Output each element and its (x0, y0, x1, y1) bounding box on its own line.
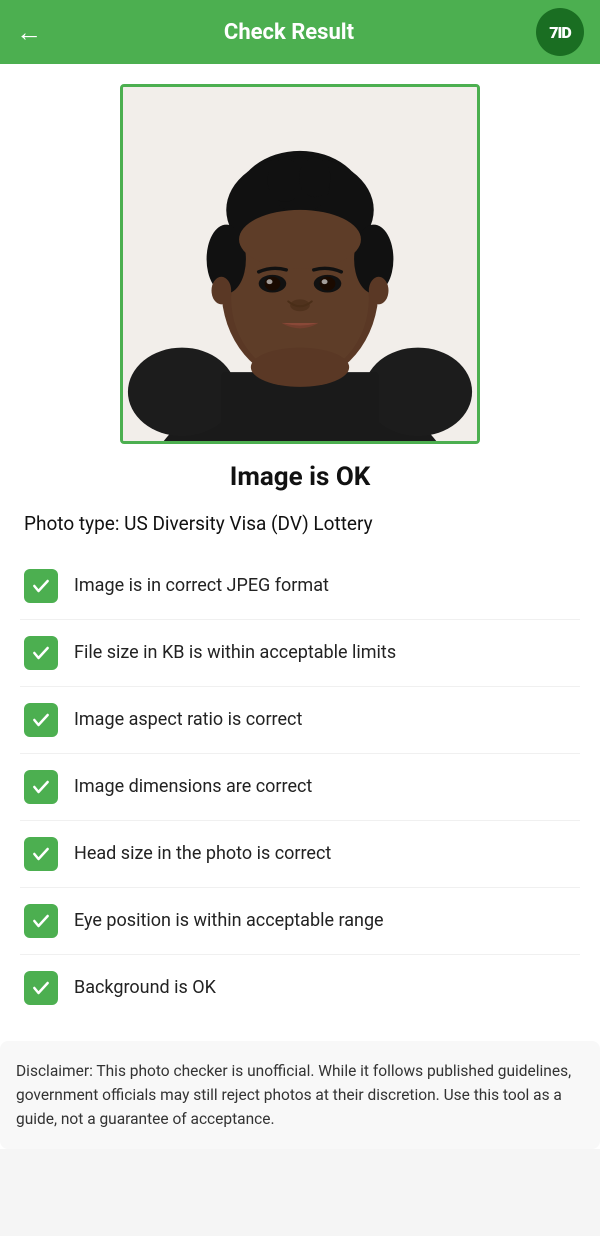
back-button[interactable]: ← (16, 17, 42, 48)
checklist-item-background: Background is OK (20, 955, 580, 1021)
checklist-label-eyepos: Eye position is within acceptable range (74, 909, 384, 932)
disclaimer-text: Disclaimer: This photo checker is unoffi… (16, 1059, 584, 1131)
check-icon-filesize (24, 636, 58, 670)
app-logo: 7ID (536, 8, 584, 56)
status-title: Image is OK (20, 462, 580, 492)
checklist-item-jpeg: Image is in correct JPEG format (20, 553, 580, 620)
checklist-item-aspect: Image aspect ratio is correct (20, 687, 580, 754)
disclaimer-box: Disclaimer: This photo checker is unoffi… (0, 1041, 600, 1149)
checklist-label-filesize: File size in KB is within acceptable lim… (74, 641, 396, 664)
checklist-label-headsize: Head size in the photo is correct (74, 842, 331, 865)
page-title: Check Result (42, 20, 536, 45)
checklist-label-jpeg: Image is in correct JPEG format (74, 574, 329, 597)
checklist-label-background: Background is OK (74, 976, 216, 999)
check-icon-aspect (24, 703, 58, 737)
checklist-item-headsize: Head size in the photo is correct (20, 821, 580, 888)
checklist-item-filesize: File size in KB is within acceptable lim… (20, 620, 580, 687)
checklist: Image is in correct JPEG format File siz… (20, 553, 580, 1021)
checklist-label-dimensions: Image dimensions are correct (74, 775, 312, 798)
checklist-item-eyepos: Eye position is within acceptable range (20, 888, 580, 955)
checklist-label-aspect: Image aspect ratio is correct (74, 708, 302, 731)
passport-photo (123, 87, 477, 441)
app-header: ← Check Result 7ID (0, 0, 600, 64)
check-icon-background (24, 971, 58, 1005)
check-icon-headsize (24, 837, 58, 871)
check-icon-dimensions (24, 770, 58, 804)
photo-frame (120, 84, 480, 444)
checklist-item-dimensions: Image dimensions are correct (20, 754, 580, 821)
check-icon-jpeg (24, 569, 58, 603)
main-content: Image is OK Photo type: US Diversity Vis… (0, 64, 600, 1149)
photo-type-label: Photo type: US Diversity Visa (DV) Lotte… (20, 512, 580, 535)
photo-container (20, 84, 580, 444)
check-icon-eyepos (24, 904, 58, 938)
